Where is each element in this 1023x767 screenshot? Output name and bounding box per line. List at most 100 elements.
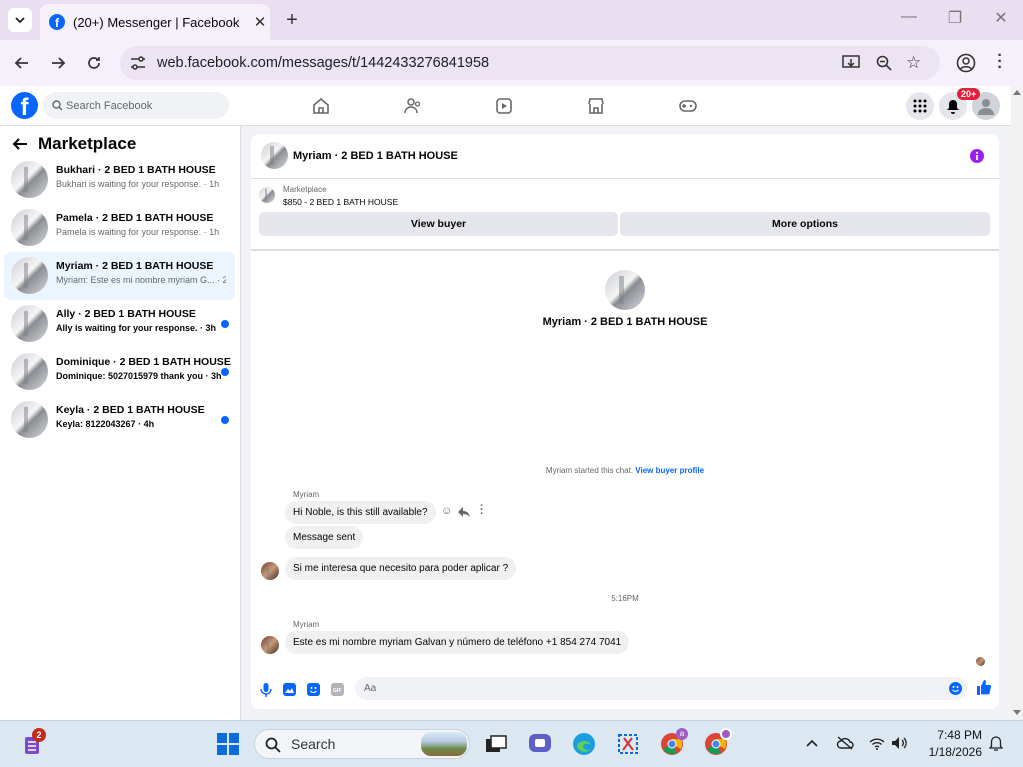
- home-icon[interactable]: [311, 96, 331, 116]
- bookmark-star-icon[interactable]: ☆: [906, 53, 921, 73]
- search-input[interactable]: Search Facebook: [43, 92, 229, 119]
- avatar: [11, 257, 48, 294]
- browser-menu-icon[interactable]: · · ·: [992, 48, 1008, 76]
- reply-icon[interactable]: [458, 507, 470, 517]
- close-window-button[interactable]: ✕: [992, 8, 1010, 28]
- marketplace-icon[interactable]: [586, 96, 606, 116]
- message-bubble[interactable]: Este es mi nombre myriam Galvan y número…: [285, 631, 630, 654]
- message-input[interactable]: Aa: [355, 677, 967, 700]
- back-arrow-icon[interactable]: [13, 54, 31, 72]
- avatar: [11, 209, 48, 246]
- info-icon[interactable]: [970, 149, 984, 163]
- video-icon[interactable]: [494, 96, 514, 116]
- task-view-button[interactable]: [482, 730, 510, 758]
- message-bubble[interactable]: Message sent: [285, 526, 364, 549]
- volume-icon[interactable]: [891, 736, 907, 750]
- reload-icon[interactable]: [85, 54, 103, 72]
- conversation-item[interactable]: Dominique · 2 BED 1 BATH HOUSE Dominique…: [4, 348, 235, 396]
- scroll-down-arrow-icon[interactable]: [1013, 710, 1021, 715]
- unread-dot: [221, 368, 229, 376]
- sender-label: Myriam: [293, 620, 320, 629]
- conversation-preview: Keyla: 8122043267 · 4h: [56, 419, 155, 429]
- menu-grid-button[interactable]: [906, 92, 934, 120]
- emoji-icon[interactable]: [949, 682, 962, 695]
- unread-dot: [221, 416, 229, 424]
- minimize-button[interactable]: —: [900, 8, 918, 26]
- page-scrollbar[interactable]: [1011, 86, 1023, 720]
- chat-started-text: Myriam started this chat.: [545, 466, 634, 475]
- view-buyer-button[interactable]: View buyer: [259, 212, 618, 236]
- notification-badge: 20+: [957, 88, 981, 100]
- restore-button[interactable]: ❐: [946, 8, 964, 28]
- conversation-item[interactable]: Pamela · 2 BED 1 BATH HOUSE Pamela is wa…: [4, 204, 235, 252]
- site-settings-icon[interactable]: [130, 56, 146, 70]
- conversation-item[interactable]: Keyla · 2 BED 1 BATH HOUSE Keyla: 812204…: [4, 396, 235, 444]
- conversation-item[interactable]: Bukhari · 2 BED 1 BATH HOUSE Bukhari is …: [4, 156, 235, 204]
- tab-search-button[interactable]: [8, 8, 32, 32]
- forward-arrow-icon[interactable]: [49, 54, 67, 72]
- chat-started-note: Myriam started this chat. View buyer pro…: [251, 466, 999, 475]
- more-actions-icon[interactable]: · · ·: [480, 501, 484, 520]
- conversation-name: Dominique · 2 BED 1 BATH HOUSE: [56, 356, 231, 368]
- taskbar-search[interactable]: Search: [254, 729, 470, 759]
- edge-button[interactable]: [570, 730, 598, 758]
- search-icon: [52, 100, 63, 111]
- teams-chat-button[interactable]: [526, 730, 554, 758]
- snipping-tool-icon: [618, 734, 638, 754]
- avatar[interactable]: [261, 142, 288, 169]
- snipping-tool-button[interactable]: [614, 730, 642, 758]
- start-button[interactable]: [214, 730, 242, 758]
- gaming-icon[interactable]: [678, 96, 698, 116]
- chat-title[interactable]: Myriam · 2 BED 1 BATH HOUSE: [293, 150, 458, 162]
- browser-tab-messenger[interactable]: f (20+) Messenger | Facebook ✕: [40, 4, 270, 40]
- listing-thumbnail[interactable]: [259, 187, 275, 203]
- address-bar-row: web.facebook.com/messages/t/144243327684…: [0, 40, 1023, 86]
- bell-icon: [947, 99, 959, 114]
- conversation-item-active[interactable]: Myriam · 2 BED 1 BATH HOUSE Myriam: Este…: [4, 252, 235, 300]
- avatar: [11, 305, 48, 342]
- notification-bell-icon[interactable]: [989, 736, 1003, 752]
- sender-avatar[interactable]: [261, 562, 279, 580]
- url-field[interactable]: web.facebook.com/messages/t/144243327684…: [120, 46, 940, 80]
- profile-icon[interactable]: [956, 53, 976, 73]
- conversation-name: Keyla · 2 BED 1 BATH HOUSE: [56, 404, 205, 416]
- conversation-item[interactable]: Ally · 2 BED 1 BATH HOUSE Ally is waitin…: [4, 300, 235, 348]
- facebook-logo-icon[interactable]: f: [11, 92, 38, 119]
- chat-area: Myriam · 2 BED 1 BATH HOUSE Marketplace …: [241, 126, 1011, 720]
- close-tab-icon[interactable]: ✕: [250, 13, 270, 31]
- chrome-profile-avatar-icon: [720, 728, 732, 740]
- back-arrow-icon[interactable]: [12, 137, 28, 151]
- new-tab-button[interactable]: +: [282, 9, 302, 32]
- zoom-icon[interactable]: [876, 55, 892, 71]
- grid-icon: [913, 99, 927, 113]
- photo-icon[interactable]: [283, 683, 296, 696]
- install-app-icon[interactable]: [842, 55, 860, 71]
- time-divider: 5:16PM: [611, 594, 639, 603]
- message-bubble[interactable]: Si me interesa que necesito para poder a…: [285, 557, 517, 580]
- clock-time[interactable]: 7:48 PM: [916, 728, 982, 742]
- marketplace-label: Marketplace: [283, 185, 327, 194]
- avatar: [11, 161, 48, 198]
- more-options-button[interactable]: More options: [620, 212, 990, 236]
- listing-title[interactable]: $850 - 2 BED 1 BATH HOUSE: [283, 197, 398, 207]
- friends-icon[interactable]: [403, 96, 423, 116]
- conversation-preview: Myriam: Este es mi nombre myriam G... · …: [56, 275, 226, 285]
- microphone-icon[interactable]: [260, 683, 272, 697]
- gif-icon[interactable]: GIF: [331, 683, 344, 696]
- facebook-favicon-icon: f: [49, 14, 65, 30]
- message-bubble[interactable]: Hi Noble, is this still available?: [285, 501, 436, 524]
- scroll-up-arrow-icon[interactable]: [1013, 90, 1021, 95]
- avatar: [11, 401, 48, 438]
- profile-avatar[interactable]: [605, 270, 645, 310]
- like-thumb-icon[interactable]: [976, 680, 991, 695]
- clock-date[interactable]: 1/18/2026: [916, 745, 982, 759]
- conversation-name: Bukhari · 2 BED 1 BATH HOUSE: [56, 164, 216, 176]
- view-buyer-profile-link[interactable]: View buyer profile: [635, 466, 704, 475]
- wifi-icon[interactable]: [869, 737, 885, 750]
- sticker-icon[interactable]: [307, 683, 320, 696]
- cloud-off-icon[interactable]: [836, 736, 854, 750]
- chrome-profile-badge: a: [676, 728, 688, 740]
- sender-avatar[interactable]: [261, 636, 279, 654]
- chevron-up-icon[interactable]: [806, 739, 818, 747]
- react-emoji-icon[interactable]: ☺: [441, 505, 452, 517]
